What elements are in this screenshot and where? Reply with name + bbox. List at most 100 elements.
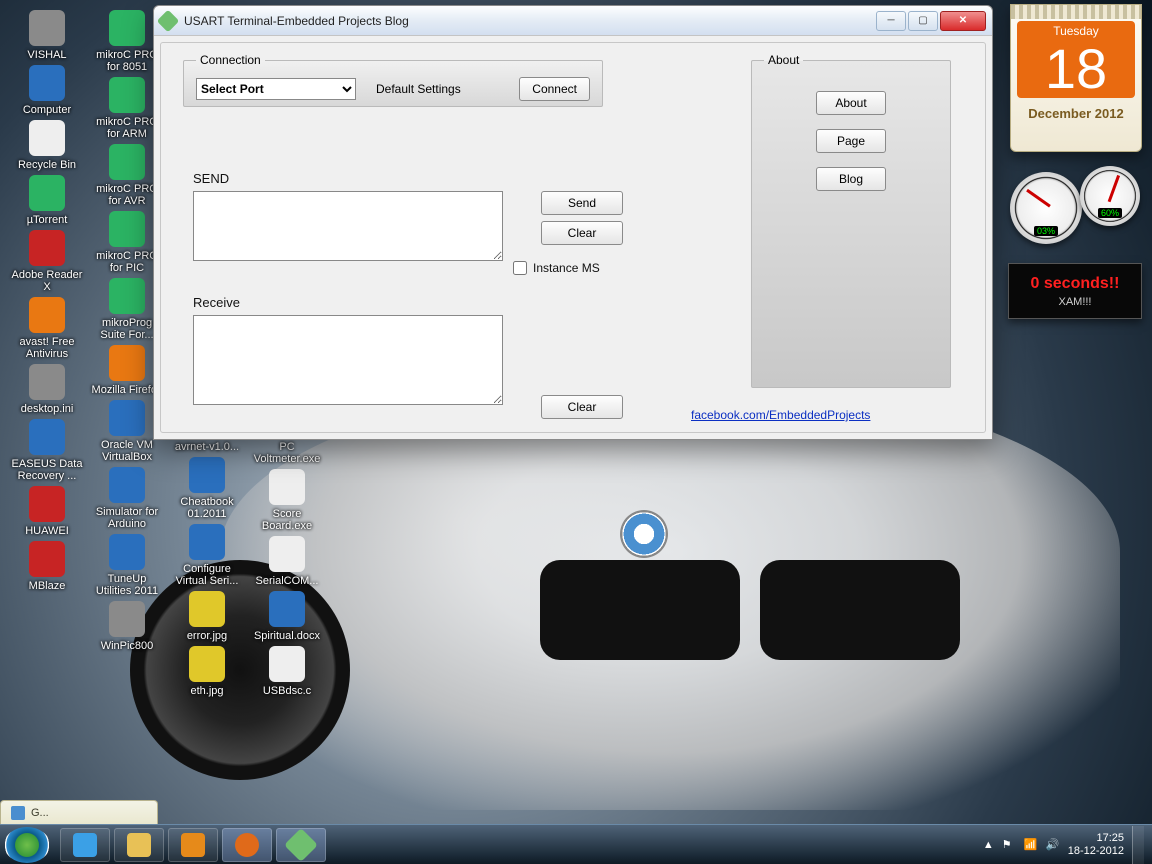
port-select[interactable]: Select Port: [196, 78, 356, 100]
desktop-icon-label: VISHAL: [8, 49, 86, 61]
taskbar: ▲ ⚑ 📶 🔊 17:25 18-12-2012: [0, 824, 1152, 864]
page-button[interactable]: Page: [816, 129, 886, 153]
system-tray: ▲ ⚑ 📶 🔊 17:25 18-12-2012: [983, 826, 1148, 864]
desktop-icon-glyph: [109, 144, 145, 180]
ie-icon: [73, 833, 97, 857]
desktop-icon[interactable]: USBdsc.c: [248, 644, 326, 697]
taskbar-date: 18-12-2012: [1068, 845, 1124, 858]
desktop-icon-label: error.jpg: [168, 630, 246, 642]
taskbar-usart-app[interactable]: [276, 828, 326, 862]
instance-ms-checkbox[interactable]: [513, 261, 527, 275]
desktop-icon[interactable]: WinPic800: [88, 599, 166, 652]
desktop-icon-glyph: [109, 534, 145, 570]
desktop-icon-glyph: [109, 467, 145, 503]
taskbar-explorer[interactable]: [114, 828, 164, 862]
minimize-button[interactable]: ─: [876, 11, 906, 31]
desktop-icon[interactable]: avast! Free Antivirus: [8, 295, 86, 360]
desktop-icon[interactable]: µTorrent: [8, 173, 86, 226]
taskbar-clock[interactable]: 17:25 18-12-2012: [1068, 832, 1124, 858]
network-icon[interactable]: 📶: [1024, 838, 1038, 852]
receive-label: Receive: [193, 295, 240, 310]
desktop-icon-glyph: [189, 457, 225, 493]
desktop-icon-glyph: [269, 591, 305, 627]
task-tab-icon: [11, 806, 25, 820]
desktop-icon-glyph: [109, 278, 145, 314]
taskbar-ie[interactable]: [60, 828, 110, 862]
countdown-sub: XAM!!!: [1058, 296, 1091, 308]
desktop-icon[interactable]: MBlaze: [8, 539, 86, 592]
about-button[interactable]: About: [816, 91, 886, 115]
desktop-icon-glyph: [189, 524, 225, 560]
desktop-icon-glyph: [29, 486, 65, 522]
taskbar-media-player[interactable]: [168, 828, 218, 862]
desktop-icon[interactable]: Recycle Bin: [8, 118, 86, 171]
show-desktop-button[interactable]: [1132, 826, 1144, 864]
desktop-icon[interactable]: desktop.ini: [8, 362, 86, 415]
desktop-icon[interactable]: error.jpg: [168, 589, 246, 642]
start-button[interactable]: [4, 827, 50, 863]
connect-button[interactable]: Connect: [519, 77, 590, 101]
desktop-icon-label: WinPic800: [88, 640, 166, 652]
instance-ms-row[interactable]: Instance MS: [513, 261, 600, 275]
desktop-icon[interactable]: Spiritual.docx: [248, 589, 326, 642]
firefox-icon: [235, 833, 259, 857]
desktop-icon-glyph: [29, 364, 65, 400]
window-client: Connection Select Port Default Settings …: [160, 42, 986, 433]
desktop-icon[interactable]: Simulator for Arduino: [88, 465, 166, 530]
connection-group: Connection Select Port Default Settings …: [183, 53, 603, 107]
desktop-icon-glyph: [269, 536, 305, 572]
usart-terminal-window: USART Terminal-Embedded Projects Blog ─ …: [153, 5, 993, 440]
about-group: About About Page Blog: [751, 53, 951, 388]
desktop-icon-glyph: [109, 211, 145, 247]
desktop-icon-glyph: [109, 77, 145, 113]
close-button[interactable]: ✕: [940, 11, 986, 31]
facebook-link[interactable]: facebook.com/EmbeddedProjects: [691, 408, 870, 422]
desktop-icon-label: µTorrent: [8, 214, 86, 226]
desktop-icon-label: EASEUS Data Recovery ...: [8, 458, 86, 482]
desktop-icon-glyph: [109, 400, 145, 436]
receive-clear-button[interactable]: Clear: [541, 395, 623, 419]
desktop-icon-label: eth.jpg: [168, 685, 246, 697]
taskbar-firefox[interactable]: [222, 828, 272, 862]
desktop-icon-label: desktop.ini: [8, 403, 86, 415]
desktop-icon[interactable]: EASEUS Data Recovery ...: [8, 417, 86, 482]
task-tab-label: G...: [31, 807, 49, 819]
desktop-icon-label: Cheatbook 01.2011: [168, 496, 246, 520]
receive-textarea[interactable]: [193, 315, 503, 405]
desktop-icon-label: Adobe Reader X: [8, 269, 86, 293]
volume-icon[interactable]: 🔊: [1046, 838, 1060, 852]
desktop-icon-label: TuneUp Utilities 2011: [88, 573, 166, 597]
send-button[interactable]: Send: [541, 191, 623, 215]
task-tab-usart[interactable]: G...: [0, 800, 158, 824]
maximize-button[interactable]: ▢: [908, 11, 938, 31]
flag-icon[interactable]: ⚑: [1002, 838, 1016, 852]
desktop-icon-label: SerialCOM...: [248, 575, 326, 587]
desktop-icon[interactable]: VISHAL: [8, 8, 86, 61]
blog-button[interactable]: Blog: [816, 167, 886, 191]
desktop-icon[interactable]: Cheatbook 01.2011: [168, 455, 246, 520]
media-player-icon: [181, 833, 205, 857]
countdown-main: 0 seconds!!: [1031, 275, 1120, 293]
usart-app-icon: [284, 828, 318, 862]
send-clear-button[interactable]: Clear: [541, 221, 623, 245]
desktop-icon[interactable]: Score Board.exe: [248, 467, 326, 532]
send-textarea[interactable]: [193, 191, 503, 261]
desktop-icon[interactable]: HUAWEI: [8, 484, 86, 537]
desktop-icon[interactable]: Configure Virtual Seri...: [168, 522, 246, 587]
desktop-icon[interactable]: Adobe Reader X: [8, 228, 86, 293]
calendar-day-number: 18: [1017, 40, 1135, 98]
instance-ms-label: Instance MS: [533, 261, 600, 275]
desktop-icon[interactable]: Computer: [8, 63, 86, 116]
desktop-icon[interactable]: SerialCOM...: [248, 534, 326, 587]
titlebar[interactable]: USART Terminal-Embedded Projects Blog ─ …: [154, 6, 992, 36]
desktop-icon-glyph: [29, 10, 65, 46]
calendar-gadget[interactable]: Tuesday 18 December 2012: [1010, 4, 1142, 152]
countdown-gadget[interactable]: 0 seconds!! XAM!!!: [1008, 263, 1142, 319]
desktop-icon[interactable]: TuneUp Utilities 2011: [88, 532, 166, 597]
show-hidden-icon[interactable]: ▲: [983, 839, 994, 851]
taskbar-time: 17:25: [1068, 832, 1124, 845]
desktop-icon-glyph: [29, 297, 65, 333]
desktop-icon[interactable]: eth.jpg: [168, 644, 246, 697]
cpu-meter-gadget[interactable]: 03% 60%: [1010, 166, 1140, 242]
desktop-icon-glyph: [269, 469, 305, 505]
